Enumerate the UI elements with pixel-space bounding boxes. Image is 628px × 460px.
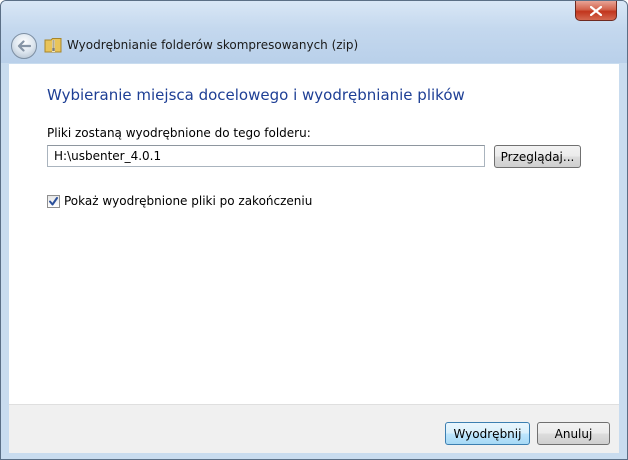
window-title: Wyodrębnianie folderów skompresowanych (…	[67, 38, 359, 52]
dialog-window: Wyodrębnianie folderów skompresowanych (…	[0, 0, 628, 460]
content-panel: Wybieranie miejsca docelowego i wyodrębn…	[9, 64, 619, 404]
zip-folder-icon	[44, 38, 62, 53]
show-files-label: Pokaż wyodrębnione pliki po zakończeniu	[64, 194, 313, 208]
destination-label: Pliki zostaną wyodrębnione do tego folde…	[47, 126, 311, 140]
page-heading: Wybieranie miejsca docelowego i wyodrębn…	[47, 86, 465, 104]
extract-button[interactable]: Wyodrębnij	[445, 422, 530, 445]
destination-path-input[interactable]	[47, 145, 485, 167]
close-icon	[590, 5, 602, 16]
show-files-option[interactable]: Pokaż wyodrębnione pliki po zakończeniu	[47, 194, 312, 208]
back-button[interactable]	[11, 33, 37, 59]
checkmark-icon	[49, 196, 58, 205]
cancel-button[interactable]: Anuluj	[537, 422, 610, 445]
title-bar: Wyodrębnianie folderów skompresowanych (…	[1, 1, 627, 63]
browse-button[interactable]: Przeglądaj...	[494, 145, 581, 168]
button-bar: Wyodrębnij Anuluj	[9, 404, 619, 453]
back-arrow-icon	[17, 40, 31, 52]
close-button[interactable]	[575, 1, 617, 21]
show-files-checkbox[interactable]	[47, 194, 60, 208]
